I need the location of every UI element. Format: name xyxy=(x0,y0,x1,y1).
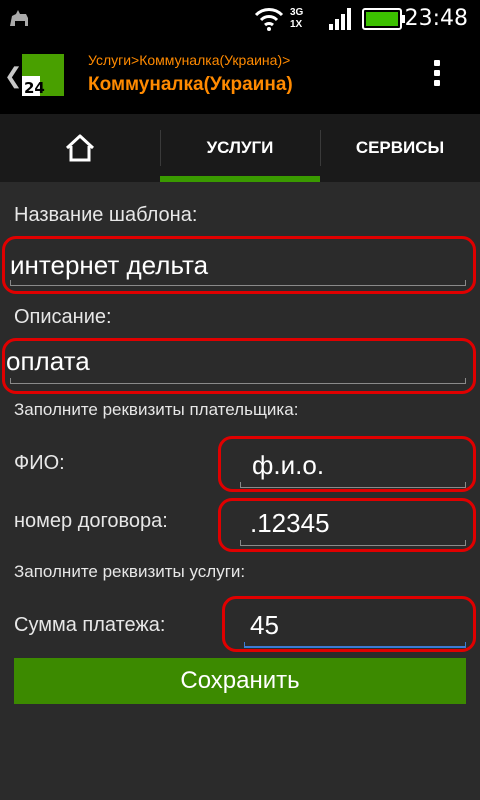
highlight-box xyxy=(222,596,476,652)
highlight-box xyxy=(2,338,476,394)
signal-strength-icon xyxy=(329,8,351,30)
home-icon xyxy=(65,134,95,162)
save-button[interactable]: Сохранить xyxy=(14,658,466,704)
contract-number-label: номер договора: xyxy=(14,510,168,532)
tab-services[interactable]: УСЛУГИ xyxy=(160,114,320,182)
status-time: 23:48 xyxy=(404,6,468,31)
app-notification-icon xyxy=(10,10,28,26)
highlight-box xyxy=(218,498,476,552)
template-name-label: Название шаблона: xyxy=(14,204,198,226)
page-title: Коммуналка(Украина) xyxy=(88,74,293,95)
status-bar: 3G 1X 23:48 xyxy=(0,0,480,38)
tab-home[interactable] xyxy=(0,114,160,182)
network-type-indicator: 3G 1X xyxy=(290,7,304,30)
highlight-box xyxy=(218,436,476,492)
payer-section-heading: Заполните реквизиты плательщика: xyxy=(14,400,299,419)
wifi-icon xyxy=(254,8,284,31)
highlight-box xyxy=(2,236,476,294)
app-logo-icon[interactable]: 24 xyxy=(20,52,66,98)
service-section-heading: Заполните реквизиты услуги: xyxy=(14,562,246,581)
battery-icon xyxy=(362,8,405,30)
overflow-menu-icon[interactable] xyxy=(427,56,447,96)
tab-tools[interactable]: СЕРВИСЫ xyxy=(320,114,480,182)
svg-text:24: 24 xyxy=(24,79,45,97)
tab-bar: УСЛУГИ СЕРВИСЫ xyxy=(0,114,480,182)
breadcrumb: Услуги>Коммуналка(Украина)> xyxy=(88,52,291,68)
description-label: Описание: xyxy=(14,306,112,328)
form-container: Название шаблона: интернет дельта Описан… xyxy=(0,182,480,800)
app-bar: ❮ 24 Услуги>Коммуналка(Украина)> Коммуна… xyxy=(0,38,480,114)
amount-label: Сумма платежа: xyxy=(14,614,166,636)
fio-label: ФИО: xyxy=(14,452,65,474)
